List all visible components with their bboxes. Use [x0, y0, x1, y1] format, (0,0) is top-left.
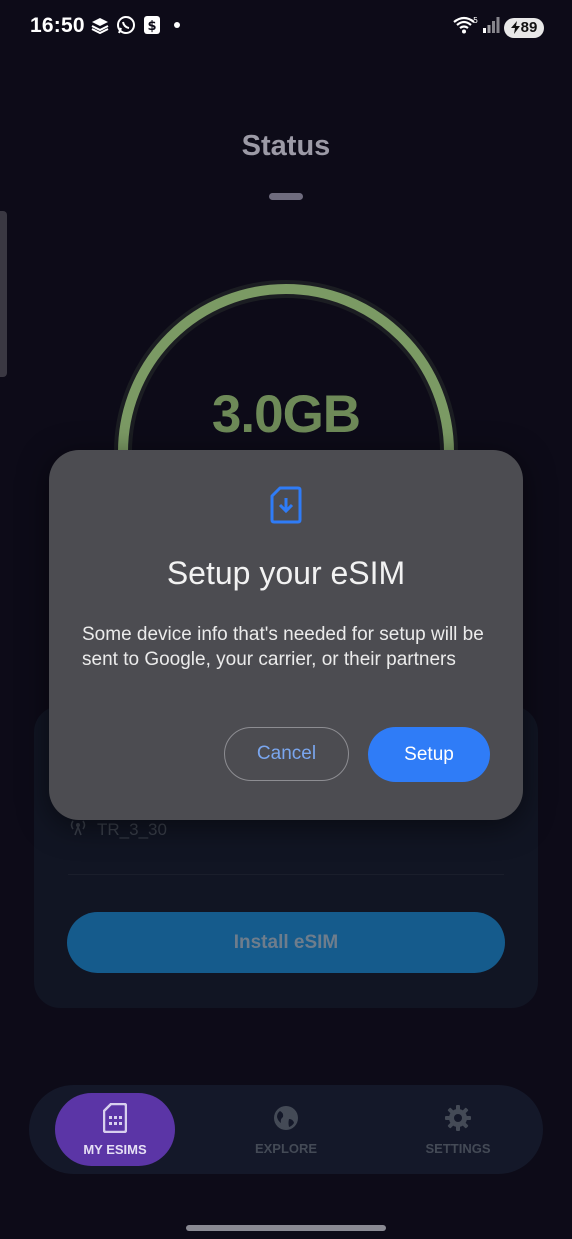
whatsapp-icon: [116, 15, 136, 35]
dialog-body: Some device info that's needed for setup…: [82, 624, 484, 670]
notification-icons: $: [90, 15, 180, 35]
more-notifications-dot: [174, 22, 180, 28]
system-icons: 5 89: [452, 15, 544, 40]
gear-icon: [444, 1104, 472, 1135]
cancel-button[interactable]: Cancel: [224, 727, 349, 781]
data-remaining: 3.0GB: [211, 385, 361, 444]
nav-my-esims[interactable]: MY ESIMS: [55, 1093, 175, 1166]
nav-settings[interactable]: SETTINGS: [398, 1093, 518, 1166]
wifi-badge: 5: [473, 16, 478, 25]
nav-label: SETTINGS: [425, 1140, 491, 1156]
setup-button[interactable]: Setup: [368, 727, 490, 782]
svg-text:$: $: [147, 19, 156, 34]
network-row: TR_3_30: [68, 818, 167, 841]
network-name: TR_3_30: [97, 819, 167, 839]
dollar-app-icon: $: [142, 15, 162, 35]
charging-bolt-icon: [510, 21, 520, 34]
sim-card-icon: [102, 1102, 128, 1136]
drag-handle[interactable]: [269, 193, 303, 200]
sim-download-icon: [270, 486, 302, 524]
card-divider: [68, 874, 504, 875]
battery-level: 89: [520, 19, 538, 36]
edge-panel-handle[interactable]: [0, 211, 7, 377]
globe-icon: [272, 1104, 300, 1135]
signal-icon: [482, 16, 500, 39]
status-bar: 16:50 $ 5 89: [0, 0, 572, 54]
nav-explore[interactable]: EXPLORE: [226, 1093, 346, 1166]
install-esim-button[interactable]: Install eSIM: [67, 912, 505, 973]
nav-label: EXPLORE: [254, 1140, 318, 1156]
nav-label: MY ESIMS: [83, 1141, 147, 1157]
layers-app-icon: [90, 15, 110, 35]
status-time: 16:50: [30, 14, 85, 37]
antenna-icon: [68, 818, 88, 841]
wifi-icon: 5: [452, 15, 478, 40]
page-title: Status: [241, 130, 331, 162]
home-indicator[interactable]: [186, 1225, 386, 1231]
dialog-title: Setup your eSIM: [166, 555, 406, 591]
battery-indicator: 89: [504, 17, 544, 38]
